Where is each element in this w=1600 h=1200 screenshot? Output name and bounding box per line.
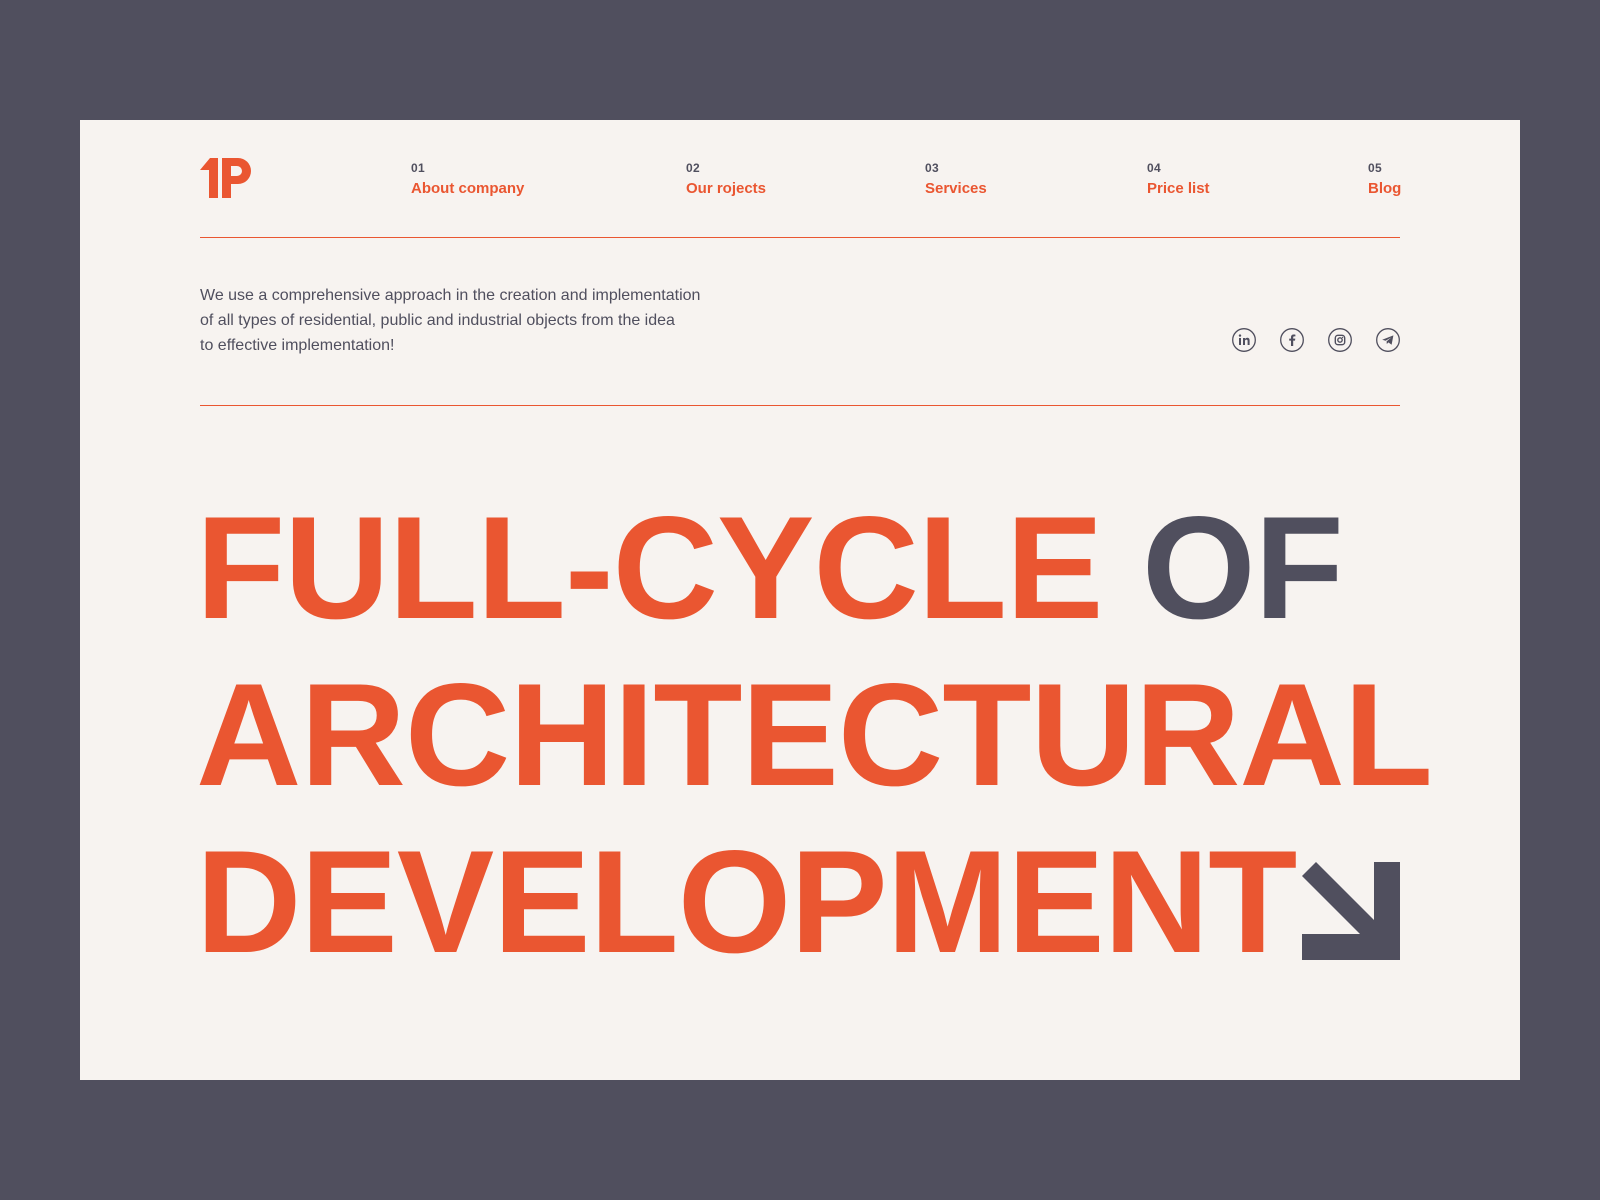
nav-item-price-list[interactable]: 04 Price list: [1147, 160, 1210, 199]
intro-divider: [200, 405, 1400, 406]
intro-line: We use a comprehensive approach in the c…: [200, 287, 701, 304]
nav-number: 04: [1147, 161, 1161, 175]
nav-link-price-list[interactable]: Price list: [1147, 179, 1210, 199]
linkedin-icon: [1232, 328, 1256, 352]
telegram-icon: [1376, 328, 1400, 352]
nav-item-about[interactable]: 01 About company: [411, 160, 524, 199]
hero-title-line-2: ARCHITECTURAL: [196, 653, 1433, 816]
intro-text: We use a comprehensive approach in the c…: [200, 283, 760, 358]
header-divider: [200, 237, 1400, 238]
nav-number: 02: [686, 161, 700, 175]
nav-link-blog[interactable]: Blog: [1368, 179, 1401, 199]
linkedin-link[interactable]: [1232, 328, 1256, 352]
intro-line: to effective implementation!: [200, 337, 395, 354]
brand-logo[interactable]: 1P: [200, 158, 254, 198]
nav-number: 03: [925, 161, 939, 175]
nav-item-services[interactable]: 03 Services: [925, 160, 987, 199]
hero-word-of: OF: [1142, 486, 1344, 649]
arrow-down-right-icon: [1302, 862, 1400, 960]
hero-title-line-1: FULL-CYCLE OF: [196, 495, 1344, 641]
nav-item-projects[interactable]: 02 Our rojects: [686, 160, 766, 199]
telegram-link[interactable]: [1376, 328, 1400, 352]
nav-link-about-company[interactable]: About company: [411, 179, 524, 199]
instagram-icon: [1328, 328, 1352, 352]
hero-title-line-3: DEVELOPMENT: [196, 820, 1297, 983]
instagram-link[interactable]: [1328, 328, 1352, 352]
page-frame: 1P 01 About company 02 Our rojects 03 Se…: [80, 120, 1520, 1080]
nav-number: 05: [1368, 161, 1382, 175]
facebook-link[interactable]: [1280, 328, 1304, 352]
logo-mark-icon: [200, 158, 251, 198]
nav-link-our-projects[interactable]: Our rojects: [686, 179, 766, 199]
hero-word-full-cycle: FULL-CYCLE: [196, 486, 1103, 649]
scroll-down-button[interactable]: [1302, 862, 1400, 960]
nav-item-blog[interactable]: 05 Blog: [1368, 160, 1401, 199]
facebook-icon: [1280, 328, 1304, 352]
intro-line: of all types of residential, public and …: [200, 312, 675, 329]
nav-number: 01: [411, 161, 425, 175]
nav-link-services[interactable]: Services: [925, 179, 987, 199]
logo-text: 1P: [254, 158, 255, 159]
